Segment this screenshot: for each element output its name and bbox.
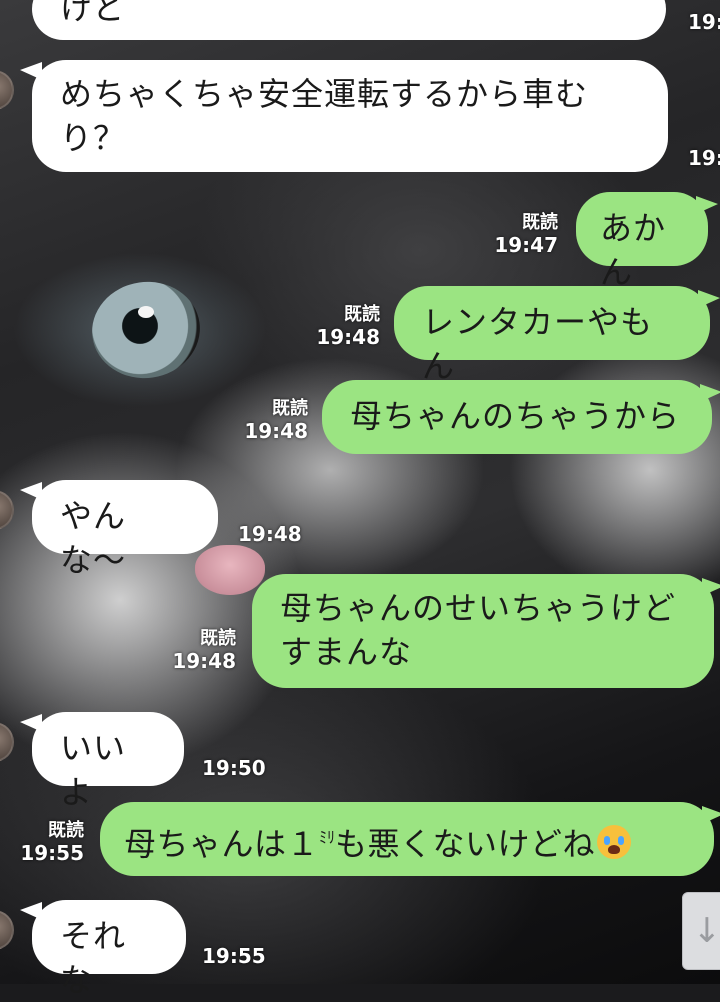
message-time: 19: [688, 10, 720, 34]
message-status: 既読 19:48 [168, 628, 236, 672]
message-text-line: すまんな [280, 633, 413, 671]
message-text: やんな〜 [60, 497, 127, 579]
cat-nose-decoration [195, 545, 265, 595]
message-time: 19:48 [244, 419, 308, 443]
message-text-unit: ﾐﾘ [319, 828, 336, 847]
message-time: 19:48 [238, 522, 302, 546]
message-status: 既読 19:47 [490, 212, 558, 256]
message-time: 19:48 [172, 649, 236, 673]
read-receipt: 既読 [48, 820, 84, 841]
message-bubble-incoming[interactable]: いいよ [32, 712, 184, 811]
message-text-line: めちゃくちゃ安全運転するから車む [60, 75, 589, 113]
message-bubble-incoming[interactable]: それな [32, 900, 186, 999]
message-bubble-outgoing[interactable]: あかん [576, 192, 708, 291]
message-status: 既読 19:48 [240, 398, 308, 442]
message-status: 既読 19:55 [18, 820, 84, 864]
message-time: 19:48 [316, 325, 380, 349]
message-time: 19: [688, 146, 720, 170]
read-receipt: 既読 [200, 628, 236, 649]
message-bubble-outgoing[interactable]: 母ちゃんのせいちゃうけど すまんな [252, 574, 714, 688]
loudly-crying-face-icon [597, 825, 632, 859]
message-text: 母ちゃんは１ [124, 825, 320, 863]
scroll-to-bottom-button[interactable]: ↓ [682, 892, 720, 970]
message-text: けど [60, 0, 127, 27]
message-bubble-incoming[interactable]: めちゃくちゃ安全運転するから車む り？ [32, 60, 668, 172]
message-bubble-outgoing[interactable]: レンタカーやもん [394, 286, 710, 385]
message-time: 19:50 [202, 756, 266, 780]
message-text-line: 母ちゃんのせいちゃうけど [280, 589, 677, 627]
message-text: それな [60, 917, 127, 999]
arrow-down-icon: ↓ [692, 911, 720, 951]
message-text: 母ちゃんのちゃうから [350, 397, 681, 435]
message-bubble-outgoing[interactable]: 母ちゃんは１ﾐﾘも悪くないけどね [100, 802, 714, 876]
read-receipt: 既読 [344, 304, 380, 325]
message-bubble-incoming[interactable]: けど [32, 0, 666, 40]
message-time: 19:55 [202, 944, 266, 968]
cat-eye-shine-decoration [138, 306, 154, 318]
message-status: 既読 19:48 [312, 304, 380, 348]
message-text-line: り？ [60, 119, 127, 157]
message-bubble-incoming[interactable]: やんな〜 [32, 480, 218, 579]
message-time: 19:55 [20, 841, 84, 865]
message-bubble-outgoing[interactable]: 母ちゃんのちゃうから [322, 380, 712, 454]
read-receipt: 既読 [522, 212, 558, 233]
message-time: 19:47 [494, 233, 558, 257]
message-text: も悪くないけどね [335, 825, 596, 863]
read-receipt: 既読 [272, 398, 308, 419]
